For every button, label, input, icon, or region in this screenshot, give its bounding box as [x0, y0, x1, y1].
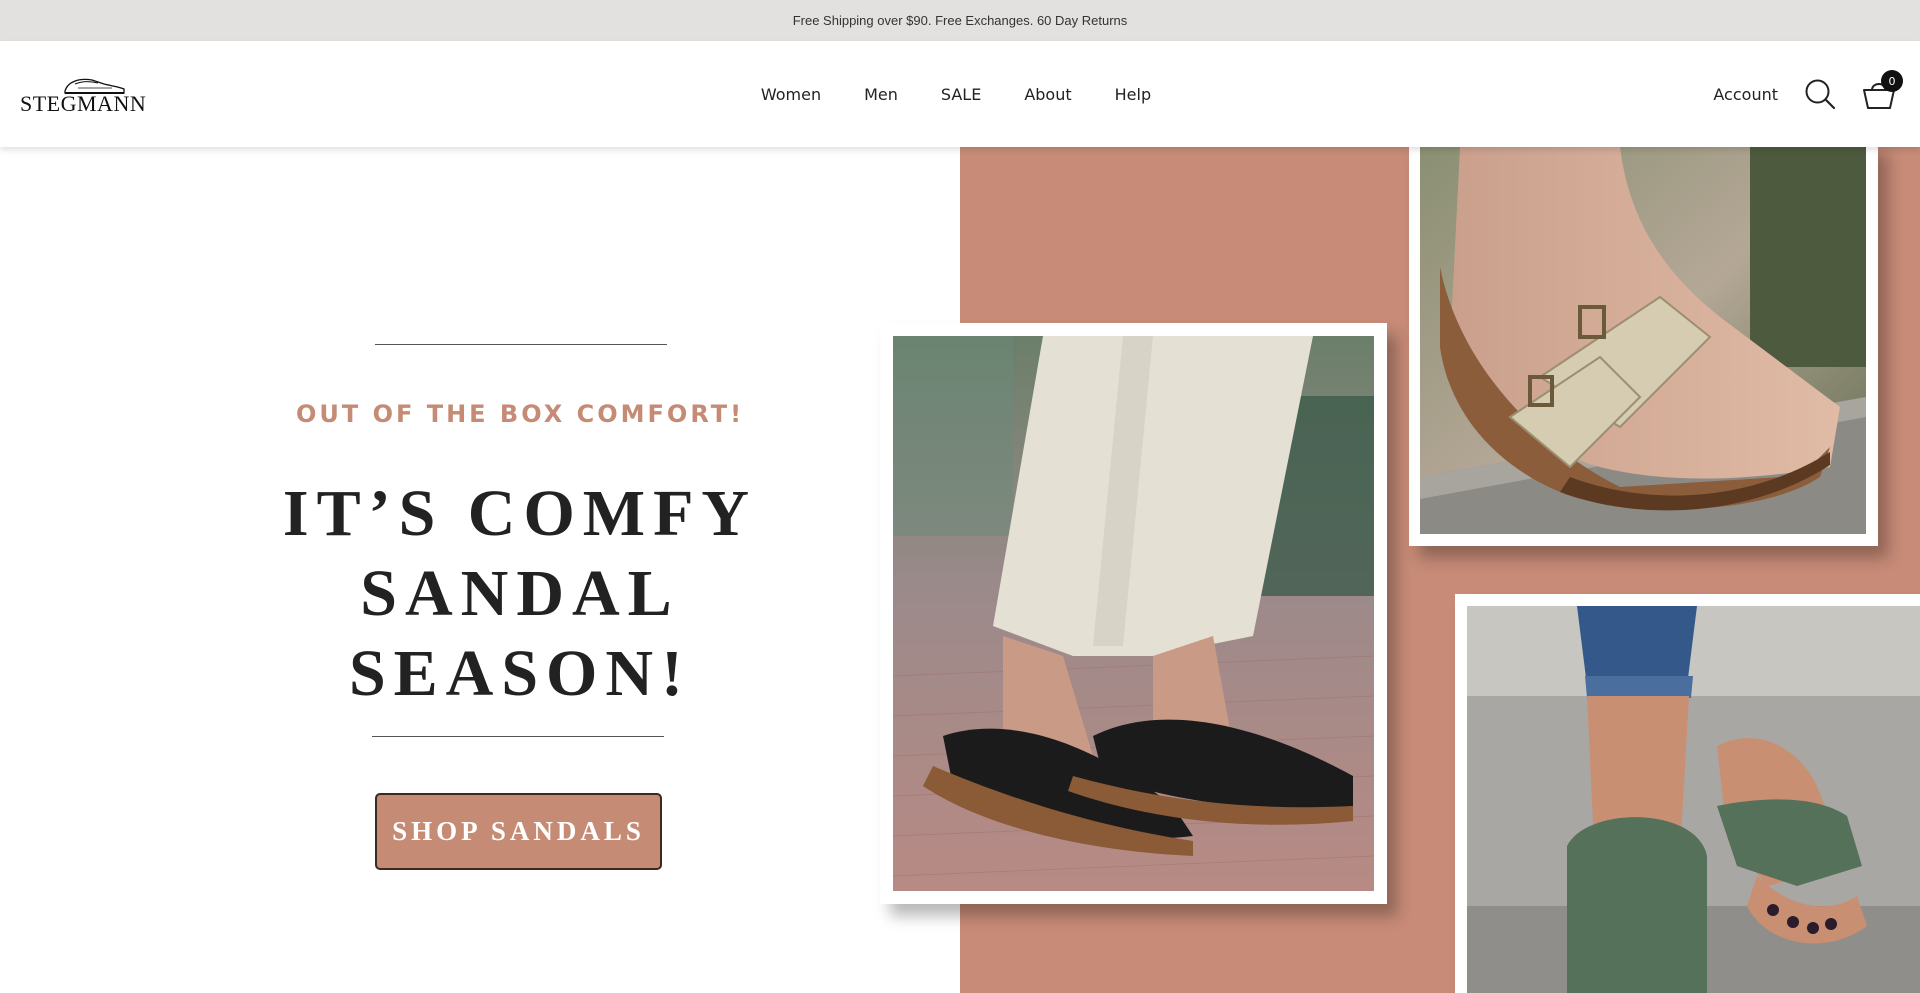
nav-about[interactable]: About [1024, 85, 1071, 104]
logo[interactable]: STEGMANN [20, 71, 150, 117]
cart-count-badge: 0 [1881, 70, 1903, 92]
nav-sale[interactable]: SALE [941, 85, 981, 104]
logo-wordmark: STEGMANN [20, 91, 147, 116]
search-button[interactable] [1804, 78, 1836, 110]
site-header: STEGMANN Women Men SALE About Help Accou… [0, 41, 1920, 147]
beige-sandal-illustration [1420, 147, 1866, 534]
announcement-text: Free Shipping over $90. Free Exchanges. … [792, 13, 1128, 28]
headline-line-1: IT’S COMFY [282, 477, 758, 550]
account-link[interactable]: Account [1713, 85, 1778, 104]
nav-men[interactable]: Men [864, 85, 898, 104]
bottom-divider [372, 736, 664, 737]
nav-help[interactable]: Help [1115, 85, 1151, 104]
hero-headline: IT’S COMFY SANDAL SEASON! [220, 474, 820, 714]
cart-button[interactable]: 0 [1862, 70, 1903, 110]
shop-sandals-button[interactable]: SHOP SANDALS [375, 793, 662, 870]
nav-women[interactable]: Women [761, 85, 821, 104]
photo-green-sandal[interactable] [1467, 606, 1920, 993]
black-sandal-illustration [893, 336, 1374, 891]
top-divider [375, 344, 667, 345]
announcement-bar: Free Shipping over $90. Free Exchanges. … [0, 0, 1920, 41]
search-icon [1805, 79, 1836, 110]
photo-beige-buckle-sandal[interactable] [1420, 147, 1866, 534]
headline-line-3: SEASON! [348, 637, 692, 710]
green-sandal-illustration [1467, 606, 1920, 993]
headline-line-2: SANDAL [360, 557, 680, 630]
main-nav: Women Men SALE About Help [0, 41, 1920, 147]
hero-eyebrow: OUT OF THE BOX COMFORT! [295, 400, 745, 428]
photo-black-slingback-sandal[interactable] [893, 336, 1374, 891]
header-actions: Account 0 [1713, 41, 1903, 147]
